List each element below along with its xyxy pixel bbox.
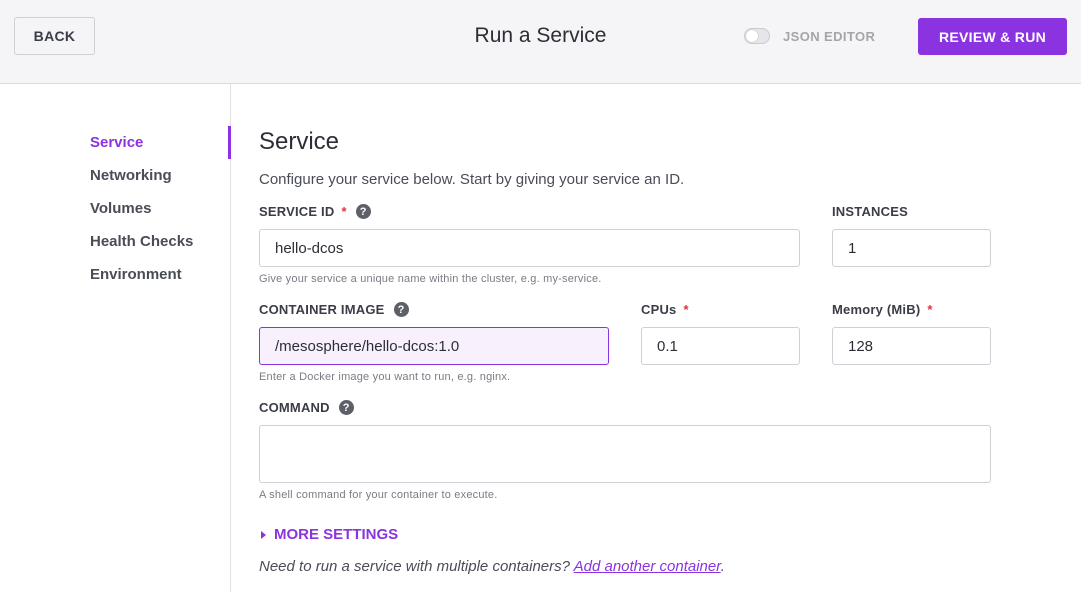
cpus-label-text: CPUs — [641, 302, 677, 317]
sidebar-item-networking[interactable]: Networking — [90, 167, 172, 184]
memory-input[interactable]: 128 — [832, 327, 991, 365]
toggle-knob — [746, 30, 758, 42]
container-image-input[interactable]: /mesosphere/hello-dcos:1.0 — [259, 327, 609, 365]
required-marker: * — [683, 302, 689, 317]
review-and-run-button[interactable]: REVIEW & RUN — [918, 18, 1067, 55]
json-editor-label[interactable]: JSON EDITOR — [783, 29, 875, 44]
service-id-label-text: SERVICE ID — [259, 204, 335, 219]
sidebar-item-health-checks[interactable]: Health Checks — [90, 233, 193, 250]
service-id-input[interactable]: hello-dcos — [259, 229, 800, 267]
instances-input[interactable]: 1 — [832, 229, 991, 267]
footer-period: . — [720, 558, 725, 575]
command-label: COMMAND ? — [259, 400, 354, 415]
footer-text: Need to run a service with multiple cont… — [259, 558, 570, 575]
memory-label-text: Memory (MiB) — [832, 302, 921, 317]
command-label-text: COMMAND — [259, 400, 330, 415]
more-settings-toggle[interactable]: MORE SETTINGS — [261, 526, 398, 543]
active-indicator — [228, 126, 231, 159]
sidebar-item-environment[interactable]: Environment — [90, 266, 182, 283]
command-hint: A shell command for your container to ex… — [259, 489, 498, 501]
section-title: Service — [259, 128, 340, 155]
cpus-label: CPUs * — [641, 302, 689, 317]
add-another-container-link[interactable]: Add another container — [574, 558, 721, 575]
section-description: Configure your service below. Start by g… — [259, 171, 685, 188]
service-id-label: SERVICE ID * ? — [259, 204, 371, 219]
sidebar-nav — [0, 84, 231, 592]
cpus-input[interactable]: 0.1 — [641, 327, 800, 365]
container-image-hint: Enter a Docker image you want to run, e.… — [259, 371, 511, 383]
sidebar-item-service[interactable]: Service — [90, 134, 143, 151]
sidebar-item-volumes[interactable]: Volumes — [90, 200, 151, 217]
json-editor-toggle[interactable] — [744, 28, 770, 44]
help-icon[interactable]: ? — [338, 400, 354, 415]
more-settings-label: MORE SETTINGS — [274, 526, 399, 543]
caret-right-icon — [261, 530, 266, 539]
container-image-label: CONTAINER IMAGE ? — [259, 302, 409, 317]
memory-label: Memory (MiB) * — [832, 302, 933, 317]
required-marker: * — [927, 302, 933, 317]
help-icon[interactable]: ? — [355, 204, 371, 219]
service-id-hint: Give your service a unique name within t… — [259, 273, 602, 285]
help-icon[interactable]: ? — [393, 302, 409, 317]
container-image-label-text: CONTAINER IMAGE — [259, 302, 385, 317]
instances-label: INSTANCES — [832, 204, 908, 219]
instances-label-text: INSTANCES — [832, 204, 908, 219]
command-textarea[interactable] — [259, 425, 991, 483]
required-marker: * — [341, 204, 347, 219]
top-header: BACK Run a Service JSON EDITOR REVIEW & … — [0, 0, 1081, 84]
footer-note: Need to run a service with multiple cont… — [259, 558, 725, 575]
